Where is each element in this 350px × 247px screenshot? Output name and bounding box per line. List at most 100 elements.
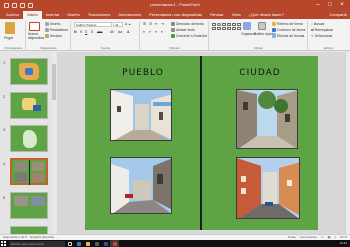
shape-fill-button[interactable]: Relleno de forma [272, 22, 303, 26]
ciudad-photo-1[interactable] [236, 89, 298, 149]
tab-archivo[interactable]: Archivo [2, 11, 23, 19]
italic-icon[interactable]: K [80, 30, 82, 34]
numbering-icon[interactable]: ☷ [149, 22, 152, 26]
current-slide[interactable]: PUEBLO CIUDAD [85, 56, 318, 230]
tab-vista[interactable]: Vista [228, 11, 245, 19]
title-bar: presentacion1 - PowerPoint – □ × [0, 0, 350, 10]
word-icon[interactable] [101, 240, 110, 247]
change-case-icon[interactable]: Aa [118, 30, 122, 34]
tab-transiciones[interactable]: Transiciones [84, 11, 115, 19]
bold-icon[interactable]: N [74, 30, 76, 34]
replace-icon: ⇄ [311, 28, 314, 32]
redo-icon[interactable] [20, 2, 25, 8]
tab-presentacion[interactable]: Presentación con diapositivas [145, 11, 206, 19]
decrease-indent-icon[interactable]: ⇤ [155, 22, 158, 26]
shape-rectangle-icon[interactable] [212, 23, 216, 26]
shape-hexagon-icon[interactable] [232, 27, 236, 30]
scroll-thumb[interactable] [52, 64, 56, 100]
shape-arrow-icon[interactable] [227, 23, 231, 26]
save-icon[interactable] [4, 2, 9, 8]
windows-taskbar: Escribe aquí para buscar 12:44 [0, 240, 350, 247]
taskbar-search[interactable]: Escribe aquí para buscar [9, 240, 65, 247]
shadow-icon[interactable]: S [91, 30, 93, 34]
store-icon[interactable] [92, 240, 101, 247]
smartart-button[interactable]: Convertir a SmartArt [171, 34, 207, 38]
slide-thumbnail-3[interactable] [10, 125, 48, 152]
font-color-icon[interactable]: A [127, 30, 129, 34]
share-button[interactable]: Compartir [329, 11, 347, 18]
justify-icon[interactable]: ≡ [161, 30, 163, 34]
start-presentation-icon[interactable] [28, 2, 33, 8]
right-heading[interactable]: CIUDAD [210, 68, 310, 78]
task-view-icon[interactable] [65, 240, 74, 247]
shape-effects-button[interactable]: Efectos de formas [272, 34, 304, 38]
thumb-number: 5 [3, 195, 6, 200]
slides-group-label: Diapositivas [40, 46, 57, 50]
shape-oval-icon[interactable] [217, 23, 221, 26]
tab-animaciones[interactable]: Animaciones [114, 11, 145, 19]
powerpoint-icon[interactable] [110, 240, 119, 247]
shape-outline-button[interactable]: Contorno de forma [272, 28, 305, 32]
shape-line-icon[interactable] [222, 23, 226, 26]
shape-rounded-rect-icon[interactable] [212, 27, 216, 30]
tab-insertar[interactable]: Insertar [42, 11, 64, 19]
new-slide-button[interactable]: Nueva diapositiva [28, 32, 44, 40]
tab-inicio[interactable]: Inicio [23, 11, 42, 19]
shape-triangle-icon[interactable] [232, 23, 236, 26]
char-spacing-icon[interactable]: AV [110, 30, 114, 34]
select-button[interactable]: ↖ Seleccionar [311, 34, 333, 38]
start-button[interactable] [0, 240, 7, 247]
strikethrough-icon[interactable]: abc [97, 30, 102, 34]
language-indicator[interactable]: Español (España) [30, 235, 54, 239]
slide-thumbnail-6[interactable] [10, 226, 48, 234]
replace-button[interactable]: ⇄ Reemplazar [311, 28, 333, 32]
tell-me-box[interactable]: ¿Qué desea hacer? [245, 11, 288, 19]
close-icon[interactable]: × [336, 0, 348, 10]
arrange-icon[interactable] [243, 22, 251, 30]
text-direction-button[interactable]: Dirección del texto [171, 22, 204, 26]
font-size-select[interactable]: 44 [113, 22, 123, 27]
shape-pentagon-icon[interactable] [227, 27, 231, 30]
bullets-icon[interactable]: ☰ [143, 22, 146, 26]
grow-font-icon[interactable]: A ▲ [125, 22, 131, 26]
align-text-button[interactable]: Alinear texto [171, 28, 195, 32]
edge-icon[interactable] [74, 240, 83, 247]
maximize-icon[interactable]: □ [324, 0, 336, 10]
editor-scrollbar[interactable] [345, 52, 350, 234]
shape-more-icon[interactable] [237, 27, 241, 30]
tab-diseno[interactable]: Diseño [63, 11, 83, 19]
align-left-icon[interactable]: ≡ [143, 30, 145, 34]
system-clock[interactable]: 12:44 [339, 240, 347, 247]
align-center-icon[interactable]: ≡ [149, 30, 151, 34]
find-button[interactable]: ⌕ Buscar [311, 22, 324, 26]
tab-revisar[interactable]: Revisar [206, 11, 228, 19]
slide-thumbnails-pane: 1 2 3 4 5 [0, 52, 56, 234]
slide-thumbnail-5[interactable] [10, 192, 48, 219]
pueblo-photo-2[interactable] [110, 157, 172, 214]
shapes-gallery[interactable] [212, 23, 241, 30]
paste-button[interactable]: Pegar [4, 36, 13, 40]
minimize-icon[interactable]: – [312, 0, 324, 10]
paste-icon[interactable] [5, 22, 15, 34]
reset-button[interactable]: Restablecer [45, 28, 68, 32]
left-heading[interactable]: PUEBLO [93, 68, 193, 78]
file-explorer-icon[interactable] [83, 240, 92, 247]
shape-brace-icon[interactable] [222, 27, 226, 30]
undo-icon[interactable] [12, 2, 17, 8]
slide-thumbnail-2[interactable] [10, 92, 48, 119]
layout-button[interactable]: Diseño [45, 22, 61, 26]
quick-styles-icon[interactable] [258, 22, 266, 30]
ciudad-photo-2[interactable] [236, 157, 300, 219]
font-name-select[interactable]: Calibri (Títulos) [74, 22, 112, 27]
increase-indent-icon[interactable]: ⇥ [161, 22, 164, 26]
new-slide-icon[interactable] [29, 22, 40, 31]
slide-thumbnail-1[interactable] [10, 58, 48, 85]
slide-thumbnail-4[interactable] [10, 158, 48, 185]
shape-star-icon[interactable] [237, 23, 241, 26]
thumbnails-scrollbar[interactable] [52, 52, 56, 234]
shape-callout-icon[interactable] [217, 27, 221, 30]
pueblo-photo-1[interactable] [110, 89, 172, 141]
align-right-icon[interactable]: ≡ [155, 30, 157, 34]
section-button[interactable]: Sección [45, 34, 62, 38]
underline-icon[interactable]: S [85, 30, 87, 34]
